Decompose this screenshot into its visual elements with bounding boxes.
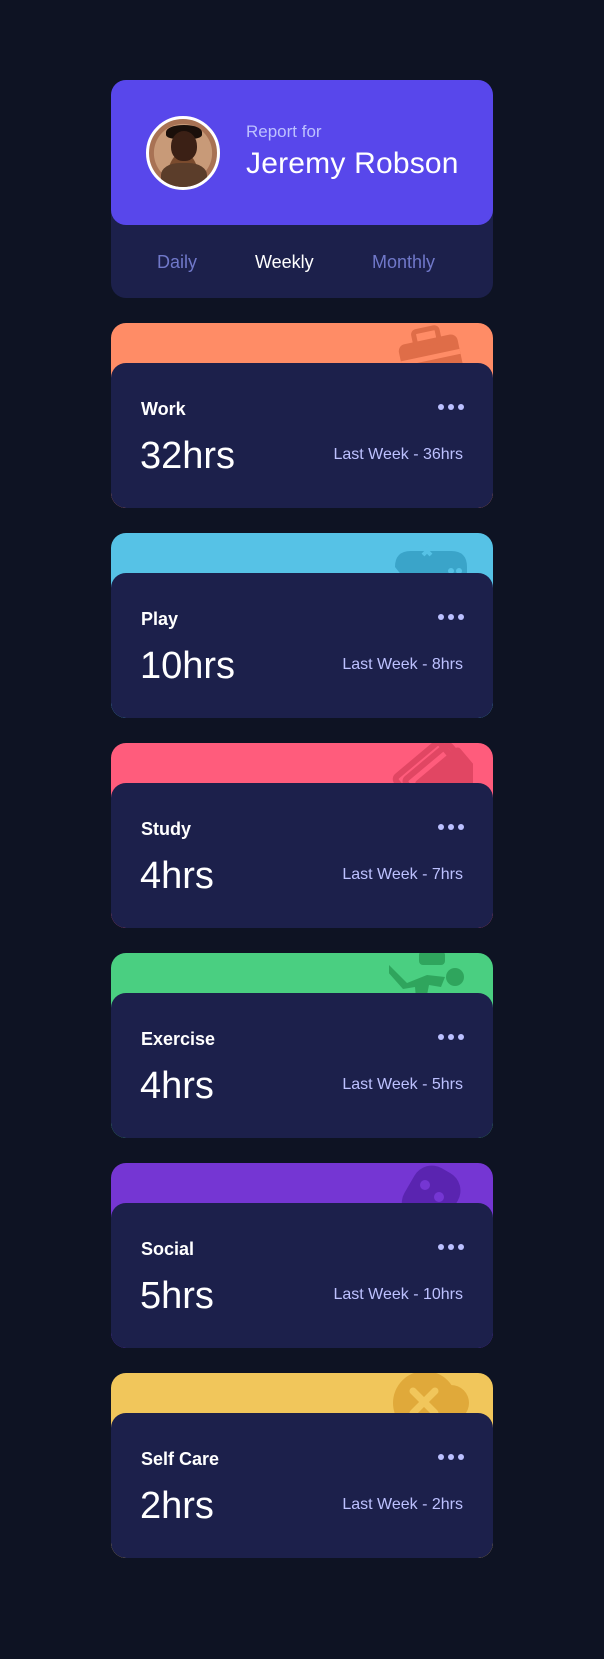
- activity-hours: 32hrs: [140, 435, 236, 477]
- activity-last-week: Last Week - 5hrs: [342, 1076, 463, 1093]
- activity-title: Work: [141, 399, 186, 419]
- activity-panel[interactable]: Play 10hrs Last Week - 8hrs: [111, 573, 493, 718]
- avatar: [146, 116, 220, 190]
- activity-last-week: Last Week - 10hrs: [333, 1286, 463, 1303]
- time-tracking-dashboard: Report for Jeremy Robson Daily Weekly Mo…: [0, 0, 604, 1659]
- activity-panel[interactable]: Study 4hrs Last Week - 7hrs: [111, 783, 493, 928]
- ellipsis-icon[interactable]: [437, 1239, 465, 1255]
- activity-title: Exercise: [141, 1029, 216, 1049]
- ellipsis-icon[interactable]: [437, 1029, 465, 1045]
- profile-card: Report for Jeremy Robson Daily Weekly Mo…: [111, 80, 493, 298]
- tab-daily[interactable]: Daily: [157, 252, 197, 273]
- activity-card-exercise: Exercise 4hrs Last Week - 5hrs: [111, 953, 493, 1138]
- activity-panel[interactable]: Work 32hrs Last Week - 36hrs: [111, 363, 493, 508]
- activity-title: Self Care: [141, 1449, 220, 1469]
- activity-hours: 4hrs: [140, 1065, 214, 1107]
- ellipsis-icon[interactable]: [437, 1449, 465, 1465]
- activity-hours: 5hrs: [140, 1275, 214, 1317]
- activity-title: Study: [141, 819, 192, 839]
- activity-title: Play: [141, 609, 179, 629]
- activity-card-work: Work 32hrs Last Week - 36hrs: [111, 323, 493, 508]
- activity-last-week: Last Week - 8hrs: [342, 656, 463, 673]
- timeframe-tabs: Daily Weekly Monthly: [111, 252, 493, 278]
- activity-card-study: Study 4hrs Last Week - 7hrs: [111, 743, 493, 928]
- ellipsis-icon[interactable]: [437, 609, 465, 625]
- activity-last-week: Last Week - 36hrs: [333, 446, 463, 463]
- tab-monthly[interactable]: Monthly: [372, 252, 435, 273]
- activity-panel[interactable]: Self Care 2hrs Last Week - 2hrs: [111, 1413, 493, 1558]
- report-for-label: Report for: [246, 122, 322, 141]
- ellipsis-icon[interactable]: [437, 819, 465, 835]
- tab-weekly[interactable]: Weekly: [255, 252, 314, 273]
- activity-hours: 2hrs: [140, 1485, 214, 1527]
- activity-last-week: Last Week - 7hrs: [342, 866, 463, 883]
- activity-hours: 4hrs: [140, 855, 214, 897]
- ellipsis-icon[interactable]: [437, 399, 465, 415]
- activity-last-week: Last Week - 2hrs: [342, 1496, 463, 1513]
- activity-panel[interactable]: Social 5hrs Last Week - 10hrs: [111, 1203, 493, 1348]
- dashboard-column: Report for Jeremy Robson Daily Weekly Mo…: [111, 80, 493, 1558]
- activity-card-play: Play 10hrs Last Week - 8hrs: [111, 533, 493, 718]
- user-name: Jeremy Robson: [246, 147, 459, 180]
- activity-panel[interactable]: Exercise 4hrs Last Week - 5hrs: [111, 993, 493, 1138]
- activity-hours: 10hrs: [140, 645, 236, 687]
- profile-header: Report for Jeremy Robson: [111, 80, 493, 225]
- activity-card-self-care: Self Care 2hrs Last Week - 2hrs: [111, 1373, 493, 1558]
- activity-card-social: Social 5hrs Last Week - 10hrs: [111, 1163, 493, 1348]
- activity-title: Social: [141, 1239, 195, 1259]
